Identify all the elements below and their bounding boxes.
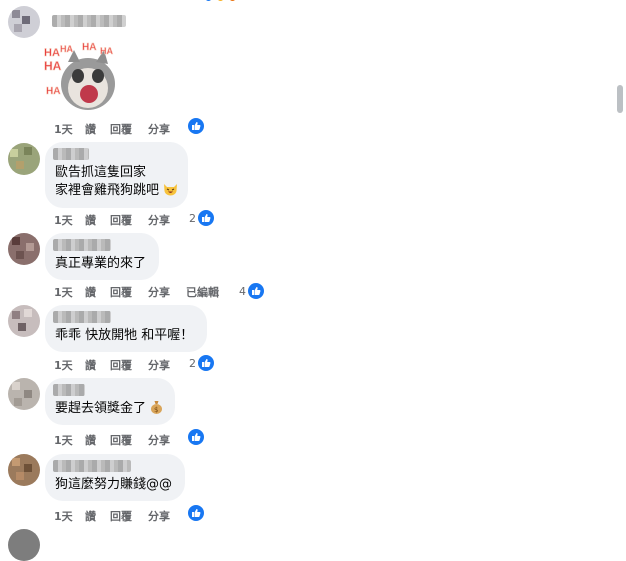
timestamp[interactable]: 1天: [54, 432, 73, 448]
comment-text: 乖乖 快放開牠 和平喔！: [55, 328, 194, 343]
share-button[interactable]: 分享: [148, 121, 170, 137]
commenter-name[interactable]: [53, 384, 85, 396]
scrollbar-thumb[interactable]: [617, 85, 623, 113]
comment-text: 歐告抓這隻回家: [55, 165, 147, 180]
comment-text: 家裡會雞飛狗跳吧: [55, 182, 178, 202]
reply-button[interactable]: 回覆: [110, 284, 132, 300]
share-button[interactable]: 分享: [148, 212, 170, 228]
like-button[interactable]: 讚: [85, 357, 96, 373]
svg-text:HA: HA: [46, 86, 60, 97]
sticker-image: HA HA HA HA HA HA: [42, 40, 116, 112]
thumbs-up-icon[interactable]: [188, 505, 204, 521]
laughing-cat-face-icon: [163, 182, 178, 202]
reply-button[interactable]: 回覆: [110, 432, 132, 448]
share-button[interactable]: 分享: [148, 508, 170, 524]
like-button[interactable]: 讚: [85, 508, 96, 524]
reaction-count[interactable]: 4: [239, 285, 246, 298]
svg-text:$: $: [154, 406, 158, 414]
thumbs-up-icon[interactable]: [188, 118, 204, 134]
svg-text:HA: HA: [44, 59, 62, 73]
thumbs-up-icon[interactable]: [198, 210, 214, 226]
timestamp[interactable]: 1天: [54, 121, 73, 137]
thumbs-up-icon[interactable]: [248, 283, 264, 299]
share-button[interactable]: 分享: [148, 284, 170, 300]
reply-button[interactable]: 回覆: [110, 121, 132, 137]
comment-text: 要趕去領獎金了 $: [55, 400, 163, 420]
like-button[interactable]: 讚: [85, 432, 96, 448]
commenter-name[interactable]: [53, 311, 111, 323]
reaction-count[interactable]: 2: [189, 357, 196, 370]
comment-bubble: 歐告抓這隻回家 家裡會雞飛狗跳吧: [45, 142, 188, 208]
share-button[interactable]: 分享: [148, 357, 170, 373]
avatar[interactable]: [8, 233, 40, 265]
like-button[interactable]: 讚: [85, 121, 96, 137]
comment-text-line: 要趕去領獎金了: [55, 401, 147, 416]
reply-button[interactable]: 回覆: [110, 212, 132, 228]
avatar[interactable]: [8, 378, 40, 410]
commenter-name[interactable]: [53, 460, 131, 472]
comment-actions: 1天 讚 回覆 分享 已編輯: [54, 284, 254, 300]
thumbs-up-icon[interactable]: [198, 355, 214, 371]
reply-button[interactable]: 回覆: [110, 508, 132, 524]
commenter-name[interactable]: [52, 15, 126, 27]
svg-text:HA: HA: [82, 42, 96, 53]
reaction-count[interactable]: 2: [189, 212, 196, 225]
commenter-name[interactable]: [53, 239, 111, 251]
avatar[interactable]: [8, 529, 40, 561]
commenter-name[interactable]: [53, 148, 89, 160]
timestamp[interactable]: 1天: [54, 508, 73, 524]
avatar[interactable]: [8, 143, 40, 175]
thumbs-up-icon[interactable]: [188, 429, 204, 445]
svg-text:HA: HA: [60, 44, 73, 54]
comment-bubble: 乖乖 快放開牠 和平喔！: [45, 305, 207, 352]
share-button[interactable]: 分享: [148, 432, 170, 448]
timestamp[interactable]: 1天: [54, 212, 73, 228]
timestamp[interactable]: 1天: [54, 284, 73, 300]
comment-bubble: 狗這麼努力賺錢@@: [45, 454, 185, 501]
comment-text: 真正專業的來了: [55, 256, 147, 271]
svg-text:HA: HA: [44, 47, 60, 59]
money-bag-icon: $: [150, 400, 163, 420]
avatar[interactable]: [8, 305, 40, 337]
comment-bubble: 真正專業的來了: [45, 233, 159, 280]
edited-label[interactable]: 已編輯: [186, 284, 219, 300]
comment-bubble: 要趕去領獎金了 $: [45, 378, 175, 425]
top-reaction-remnant: [205, 0, 245, 2]
avatar[interactable]: [8, 454, 40, 486]
comment-text: 狗這麼努力賺錢@@: [55, 477, 173, 492]
like-button[interactable]: 讚: [85, 284, 96, 300]
reply-button[interactable]: 回覆: [110, 357, 132, 373]
avatar[interactable]: [8, 6, 40, 38]
like-button[interactable]: 讚: [85, 212, 96, 228]
svg-text:HA: HA: [100, 46, 113, 56]
timestamp[interactable]: 1天: [54, 357, 73, 373]
comment-text-line: 家裡會雞飛狗跳吧: [55, 183, 160, 198]
